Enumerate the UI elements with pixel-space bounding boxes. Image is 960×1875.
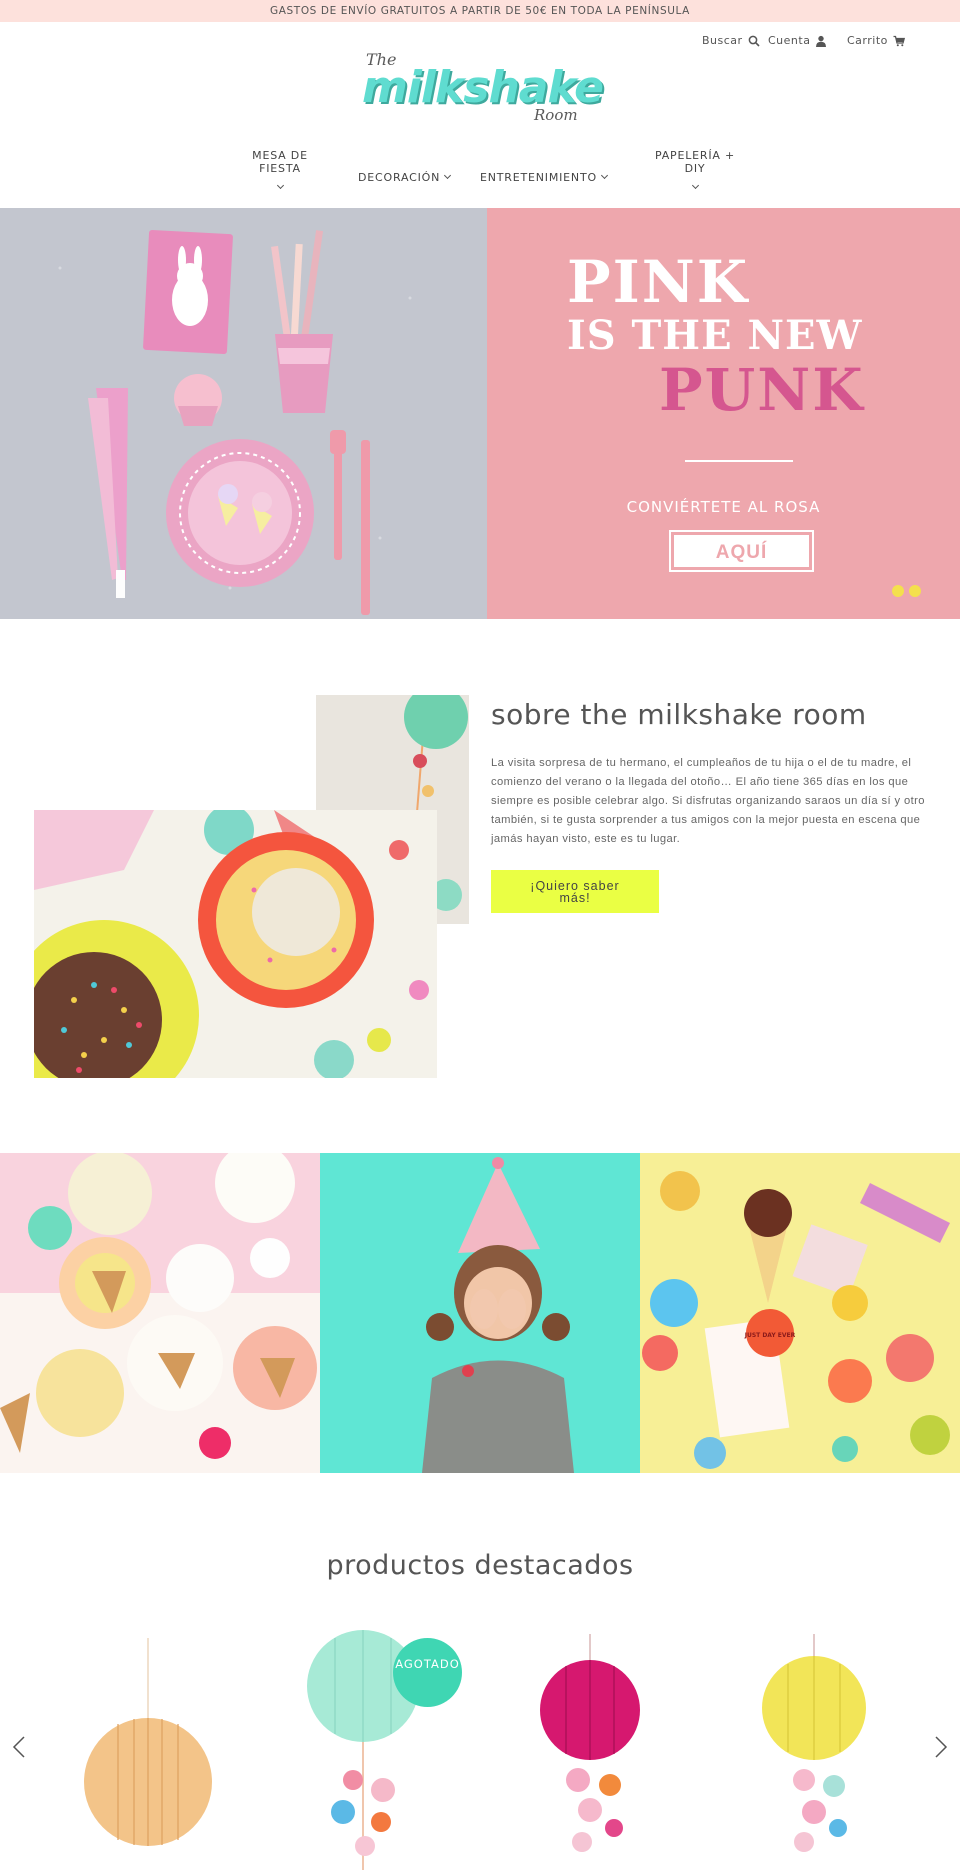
- carousel-next-icon[interactable]: [928, 1735, 952, 1759]
- hero-headline-punk: PUNK: [659, 356, 865, 424]
- chevron-down-icon: [444, 171, 452, 180]
- hero-party-tableware-image: [0, 208, 487, 619]
- about-description: La visita sorpresa de tu hermano, el cum…: [491, 757, 925, 845]
- announcement-bar: GASTOS DE ENVÍO GRATUITOS A PARTIR DE 50…: [0, 0, 960, 22]
- chevron-down-icon: [691, 181, 699, 190]
- nav-label: PAPELERÍA + DIY: [654, 149, 736, 175]
- about-image-party-table: [34, 810, 437, 1078]
- nav-label: ENTRETENIMIENTO: [480, 171, 597, 184]
- carousel-prev-icon[interactable]: [8, 1735, 32, 1759]
- search-label: Buscar: [702, 34, 743, 47]
- slide-dot-1[interactable]: [892, 585, 904, 597]
- hero-headline-is-the-new: IS THE NEW: [567, 312, 863, 359]
- learn-more-button[interactable]: ¡Quiero saber más!: [491, 870, 659, 913]
- nav-mesa-de-fiesta[interactable]: MESA DE FIESTA: [232, 149, 328, 194]
- nav-entretenimiento[interactable]: ENTRETENIMIENTO: [480, 171, 608, 184]
- cart-label: Carrito: [847, 34, 888, 47]
- hero-aqui-button[interactable]: AQUÍ: [669, 530, 814, 572]
- slide-dot-2[interactable]: [909, 585, 921, 597]
- hero-divider: [685, 460, 793, 462]
- nav-label: DECORACIÓN: [358, 171, 441, 184]
- nav-decoracion[interactable]: DECORACIÓN: [358, 171, 452, 184]
- hero-slideshow[interactable]: PINK IS THE NEW PUNK CONVIÉRTETE AL ROSA…: [0, 208, 960, 619]
- site-logo[interactable]: The milkshake Room: [356, 46, 606, 126]
- product-card-1[interactable]: [58, 1630, 238, 1875]
- nav-label: MESA DE FIESTA: [252, 149, 308, 175]
- hero-button-label: AQUÍ: [674, 535, 809, 567]
- sold-out-badge[interactable]: AGOTADO: [393, 1638, 462, 1707]
- search-icon: [748, 35, 760, 47]
- collection-tile-kids[interactable]: [320, 1153, 640, 1473]
- collection-tile-toys[interactable]: JUST DAY EVER: [640, 1153, 960, 1473]
- hero-cta-text: CONVIÉRTETE AL ROSA: [626, 498, 821, 516]
- product-image-3: [540, 1634, 640, 1852]
- nav-papeleria-diy[interactable]: PAPELERÍA + DIY: [643, 149, 747, 194]
- chevron-down-icon: [276, 181, 284, 190]
- account-link[interactable]: Cuenta: [768, 34, 827, 47]
- account-label: Cuenta: [768, 34, 811, 47]
- product-image-4: [762, 1634, 866, 1852]
- product-card-3[interactable]: [518, 1630, 698, 1875]
- toy-sign-text: JUST DAY EVER: [744, 1332, 796, 1339]
- search-link[interactable]: Buscar: [702, 34, 760, 47]
- product-image-1: [84, 1638, 212, 1846]
- featured-title: productos destacados: [326, 1550, 634, 1581]
- hero-promo-panel: PINK IS THE NEW PUNK CONVIÉRTETE AL ROSA…: [487, 208, 960, 619]
- logo-room: Room: [534, 106, 578, 124]
- product-card-4[interactable]: [742, 1630, 922, 1875]
- chevron-down-icon: [600, 171, 608, 180]
- user-icon: [816, 35, 827, 47]
- cart-icon: [893, 35, 905, 46]
- cart-link[interactable]: Carrito: [847, 34, 905, 47]
- hero-headline-pink: PINK: [567, 248, 750, 316]
- collection-tile-tableware[interactable]: [0, 1153, 320, 1473]
- about-title: sobre the milkshake room: [491, 698, 867, 731]
